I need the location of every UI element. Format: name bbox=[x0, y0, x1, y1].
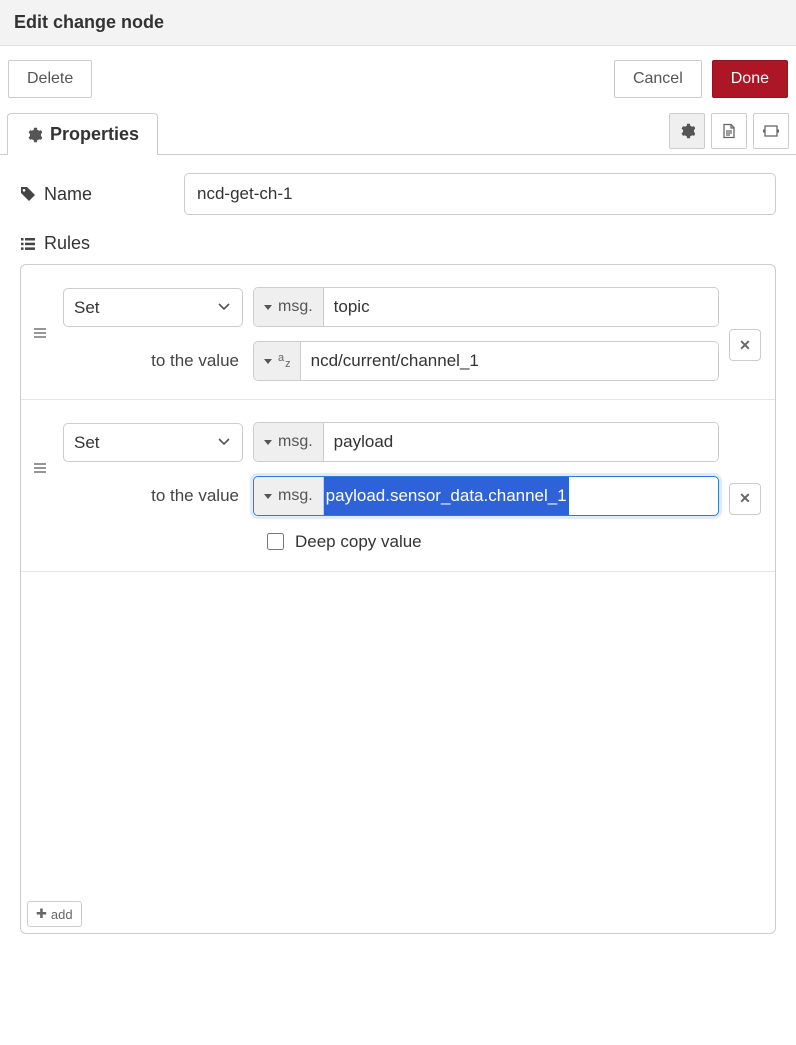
rule-value-text[interactable] bbox=[301, 342, 718, 380]
delete-rule-button[interactable]: ✕ bbox=[729, 329, 761, 361]
delete-button[interactable]: Delete bbox=[8, 60, 92, 98]
rule-target-input[interactable]: msg. bbox=[253, 287, 719, 327]
rule-target-line: Set msg. bbox=[63, 422, 719, 462]
rule-target-input[interactable]: msg. bbox=[253, 422, 719, 462]
document-icon bbox=[721, 123, 737, 139]
rule-target-value[interactable] bbox=[324, 423, 718, 461]
to-value-label: to the value bbox=[63, 351, 243, 371]
cancel-button[interactable]: Cancel bbox=[614, 60, 702, 98]
rule-value-input[interactable] bbox=[253, 341, 719, 381]
rule-row: Set msg. to the value bbox=[21, 265, 775, 400]
rule-target-value[interactable] bbox=[324, 288, 718, 326]
name-row: Name bbox=[20, 173, 776, 215]
delete-rule-button[interactable]: ✕ bbox=[729, 483, 761, 515]
appearance-icon bbox=[762, 123, 780, 139]
rule-action-select[interactable]: Set bbox=[63, 288, 243, 327]
tab-properties[interactable]: Properties bbox=[7, 113, 158, 155]
caret-down-icon bbox=[264, 440, 272, 445]
list-icon bbox=[20, 236, 36, 252]
node-description-button[interactable] bbox=[711, 113, 747, 149]
deep-copy-label: Deep copy value bbox=[295, 532, 422, 552]
typed-prefix-label: msg. bbox=[278, 298, 313, 316]
close-icon: ✕ bbox=[739, 337, 751, 354]
rule-value-text[interactable]: payload.sensor_data.channel_1 bbox=[324, 477, 569, 515]
drag-handle-icon[interactable] bbox=[33, 287, 53, 339]
string-type-icon bbox=[278, 356, 290, 366]
tabs-row: Properties bbox=[0, 112, 796, 155]
typed-prefix-label: msg. bbox=[278, 433, 313, 451]
tab-properties-label: Properties bbox=[50, 124, 139, 145]
typed-prefix[interactable] bbox=[254, 342, 301, 380]
rules-container: Set msg. to the value bbox=[20, 264, 776, 934]
to-value-label: to the value bbox=[63, 486, 243, 506]
rules-label: Rules bbox=[20, 233, 184, 254]
typed-prefix-label: msg. bbox=[278, 487, 313, 505]
form-area: Name Rules Set bbox=[0, 155, 796, 944]
rule-body: Set msg. to the value bbox=[63, 287, 719, 381]
action-button-row: Delete Cancel Done bbox=[0, 46, 796, 112]
typed-prefix[interactable]: msg. bbox=[254, 477, 324, 515]
rules-label-text: Rules bbox=[44, 233, 90, 254]
right-button-group: Cancel Done bbox=[614, 60, 788, 98]
add-rule-label: add bbox=[51, 907, 73, 922]
rule-action-select[interactable]: Set bbox=[63, 423, 243, 462]
gear-icon bbox=[26, 127, 42, 143]
rule-value-line: to the value msg. payload.sensor_data.ch… bbox=[63, 476, 719, 516]
caret-down-icon bbox=[264, 494, 272, 499]
rule-value-line: to the value bbox=[63, 341, 719, 381]
typed-prefix[interactable]: msg. bbox=[254, 288, 324, 326]
tag-icon bbox=[20, 186, 36, 202]
drag-handle-icon[interactable] bbox=[33, 422, 53, 474]
name-input[interactable] bbox=[184, 173, 776, 215]
rule-body: Set msg. to the value bbox=[63, 422, 719, 553]
rule-target-line: Set msg. bbox=[63, 287, 719, 327]
gear-icon bbox=[679, 123, 695, 139]
name-label-text: Name bbox=[44, 184, 92, 205]
rules-header-row: Rules bbox=[20, 233, 776, 254]
dialog-title: Edit change node bbox=[14, 12, 164, 32]
dialog-header: Edit change node bbox=[0, 0, 796, 46]
rule-value-input[interactable]: msg. payload.sensor_data.channel_1 bbox=[253, 476, 719, 516]
typed-prefix[interactable]: msg. bbox=[254, 423, 324, 461]
name-label: Name bbox=[20, 184, 184, 205]
close-icon: ✕ bbox=[739, 490, 751, 507]
node-appearance-button[interactable] bbox=[753, 113, 789, 149]
caret-down-icon bbox=[264, 305, 272, 310]
done-button[interactable]: Done bbox=[712, 60, 788, 98]
deep-copy-row: Deep copy value bbox=[263, 530, 719, 553]
deep-copy-checkbox[interactable] bbox=[267, 533, 284, 550]
plus-icon: ✚ bbox=[36, 906, 47, 922]
node-settings-button[interactable] bbox=[669, 113, 705, 149]
tab-icon-group bbox=[669, 112, 789, 154]
add-rule-button[interactable]: ✚ add bbox=[27, 901, 82, 927]
caret-down-icon bbox=[264, 359, 272, 364]
rule-row: Set msg. to the value bbox=[21, 400, 775, 572]
